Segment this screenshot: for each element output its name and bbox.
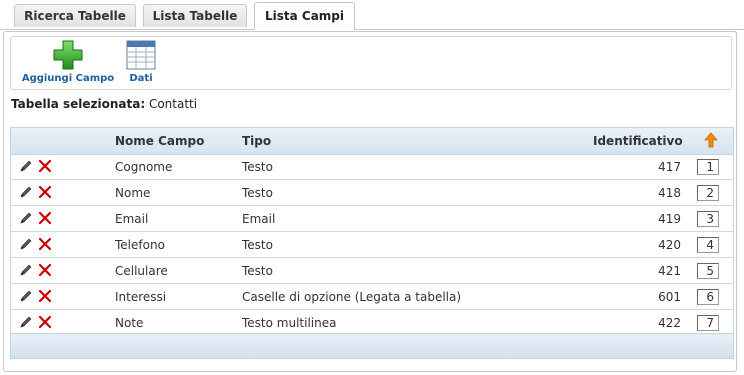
table-row: Cognome Testo 417 1 xyxy=(11,154,733,180)
content-panel: Aggiungi Campo Dati Tabella selezionata:… xyxy=(3,31,737,372)
tab-bar: Ricerca Tabelle Lista Tabelle Lista Camp… xyxy=(0,0,744,30)
order-input[interactable]: 7 xyxy=(697,315,719,331)
pencil-icon[interactable] xyxy=(19,315,33,332)
column-header-type[interactable]: Tipo xyxy=(242,134,271,148)
add-field-button[interactable]: Aggiungi Campo xyxy=(21,39,115,84)
delete-icon[interactable] xyxy=(38,289,52,306)
pencil-icon[interactable] xyxy=(19,159,33,176)
field-id: 417 xyxy=(658,160,681,174)
table-row: Cellulare Testo 421 5 xyxy=(11,258,733,284)
field-name: Cognome xyxy=(115,160,173,174)
table-row: Telefono Testo 420 4 xyxy=(11,232,733,258)
order-input[interactable]: 4 xyxy=(697,237,719,253)
add-field-label: Aggiungi Campo xyxy=(21,73,115,84)
field-name: Note xyxy=(115,316,144,330)
order-input[interactable]: 1 xyxy=(697,159,719,175)
pencil-icon[interactable] xyxy=(19,211,33,228)
field-type: Testo xyxy=(242,160,273,174)
delete-icon[interactable] xyxy=(38,315,52,332)
arrow-up-icon[interactable] xyxy=(703,132,719,148)
tab-ricerca-tabelle[interactable]: Ricerca Tabelle xyxy=(14,4,136,27)
field-name: Interessi xyxy=(115,290,167,304)
tab-divider xyxy=(0,29,744,30)
tab-lista-tabelle[interactable]: Lista Tabelle xyxy=(143,4,247,27)
selected-table-value: Contatti xyxy=(148,97,198,111)
field-id: 420 xyxy=(658,238,681,252)
order-input[interactable]: 5 xyxy=(697,263,719,279)
field-type: Testo multilinea xyxy=(242,316,337,330)
field-name: Email xyxy=(115,212,149,226)
delete-icon[interactable] xyxy=(38,263,52,280)
table-row: Interessi Caselle di opzione (Legata a t… xyxy=(11,284,733,310)
field-type: Email xyxy=(242,212,276,226)
toolbar: Aggiungi Campo Dati xyxy=(10,36,732,90)
field-type: Caselle di opzione (Legata a tabella) xyxy=(242,290,462,304)
field-name: Telefono xyxy=(115,238,165,252)
table-header: Nome Campo Tipo Identificativo xyxy=(11,128,733,155)
plus-icon xyxy=(53,40,83,70)
field-name: Nome xyxy=(115,186,151,200)
selected-table-info: Tabella selezionata: Contatti xyxy=(11,97,197,111)
column-header-name[interactable]: Nome Campo xyxy=(115,134,204,148)
field-type: Testo xyxy=(242,238,273,252)
field-type: Testo xyxy=(242,186,273,200)
table-grid-icon xyxy=(126,40,156,70)
order-input[interactable]: 3 xyxy=(697,211,719,227)
pencil-icon[interactable] xyxy=(19,185,33,202)
table-footer xyxy=(11,333,733,358)
delete-icon[interactable] xyxy=(38,159,52,176)
table-row: Nome Testo 418 2 xyxy=(11,180,733,206)
delete-icon[interactable] xyxy=(38,185,52,202)
delete-icon[interactable] xyxy=(38,211,52,228)
order-input[interactable]: 6 xyxy=(697,289,719,305)
pencil-icon[interactable] xyxy=(19,263,33,280)
data-label: Dati xyxy=(129,73,153,84)
selected-table-label: Tabella selezionata: xyxy=(11,97,146,111)
data-button[interactable]: Dati xyxy=(123,39,159,84)
tab-lista-campi[interactable]: Lista Campi xyxy=(254,2,355,30)
pencil-icon[interactable] xyxy=(19,289,33,306)
table-row: Email Email 419 3 xyxy=(11,206,733,232)
field-id: 421 xyxy=(658,264,681,278)
order-input[interactable]: 2 xyxy=(697,185,719,201)
field-type: Testo xyxy=(242,264,273,278)
fields-table: Nome Campo Tipo Identificativo Cognome T… xyxy=(10,127,734,359)
field-id: 418 xyxy=(658,186,681,200)
field-id: 419 xyxy=(658,212,681,226)
field-id: 601 xyxy=(658,290,681,304)
field-id: 422 xyxy=(658,316,681,330)
column-header-id[interactable]: Identificativo xyxy=(593,134,683,148)
delete-icon[interactable] xyxy=(38,237,52,254)
field-name: Cellulare xyxy=(115,264,168,278)
pencil-icon[interactable] xyxy=(19,237,33,254)
